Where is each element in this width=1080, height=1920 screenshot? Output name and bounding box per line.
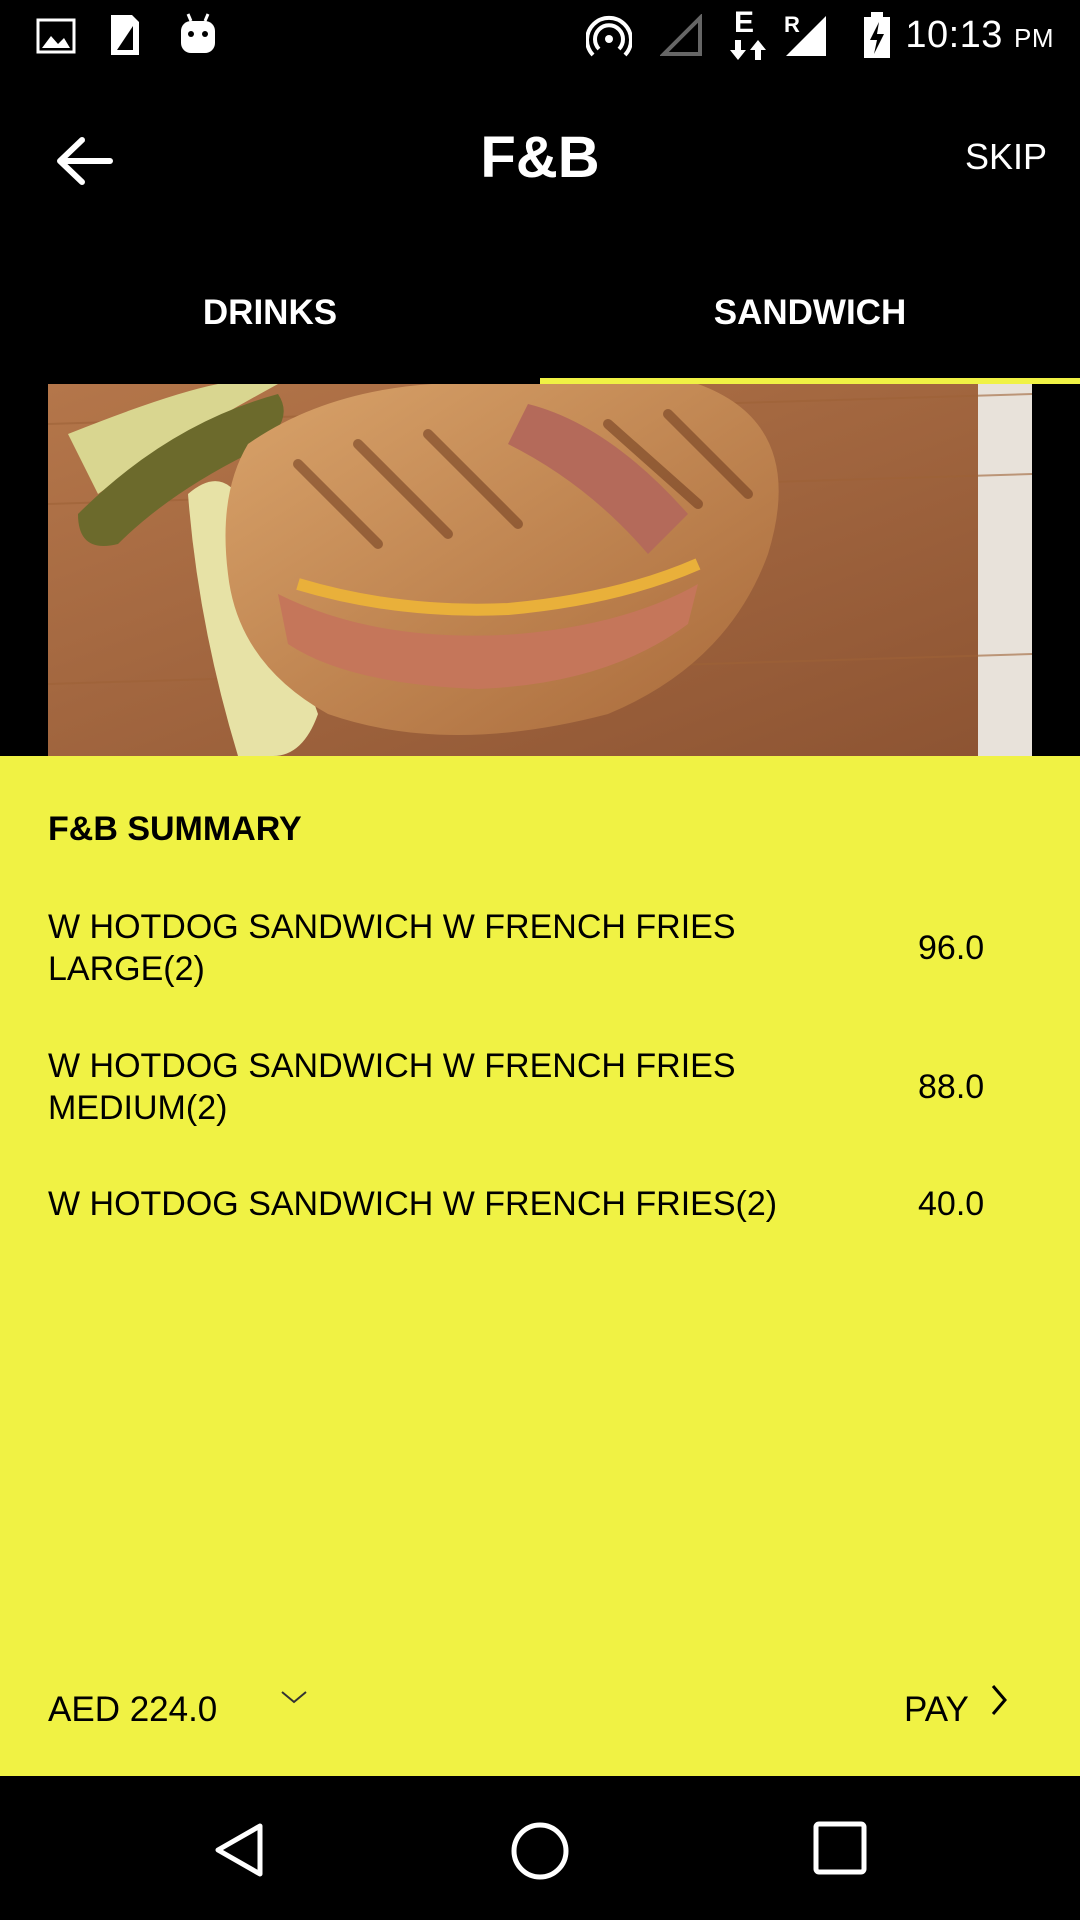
battery-charging-icon [864, 12, 890, 58]
item-name: W HOTDOG SANDWICH W FRENCH FRIES LARGE(2… [48, 908, 736, 988]
item-price: 40.0 [918, 1185, 985, 1223]
item-name: W HOTDOG SANDWICH W FRENCH FRIES MEDIUM(… [48, 1047, 736, 1127]
pay-button[interactable]: PAY [904, 1690, 969, 1730]
total-amount[interactable]: AED 224.0 [48, 1690, 217, 1730]
chevron-down-icon[interactable] [278, 1682, 310, 1714]
tab-sandwich[interactable]: SANDWICH [540, 242, 1080, 384]
status-bar: E R 10:13 PM [0, 0, 1080, 72]
android-icon [181, 13, 215, 53]
item-name: W HOTDOG SANDWICH W FRENCH FRIES(2) [48, 1185, 778, 1223]
navigation-bar [0, 1776, 1080, 1920]
nav-back-icon[interactable] [210, 1820, 270, 1880]
fnb-summary-panel: F&B SUMMARY W HOTDOG SANDWICH W FRENCH F… [0, 756, 1080, 1776]
clock-time: 10:13 [905, 14, 1003, 56]
item-price: 88.0 [918, 1068, 985, 1106]
item-price: 96.0 [918, 929, 985, 967]
tab-drinks[interactable]: DRINKS [0, 242, 540, 384]
sandwich-image [0, 384, 1080, 756]
image-icon [36, 18, 76, 54]
summary-title: F&B SUMMARY [48, 810, 302, 848]
chevron-right-icon[interactable] [985, 1680, 1013, 1720]
clock-period: PM [1014, 23, 1054, 53]
nav-recents-icon[interactable] [812, 1820, 868, 1876]
signal-roaming-icon: R [780, 10, 830, 60]
page-title: F&B [480, 125, 600, 190]
sim-card-icon [111, 15, 139, 55]
app-bar: F&B SKIP [0, 72, 1080, 242]
data-e-icon: E [726, 6, 770, 62]
skip-button[interactable]: SKIP [965, 136, 1047, 178]
signal-empty-icon [660, 14, 702, 56]
clock: 10:13 PM [905, 14, 1054, 57]
nav-home-icon[interactable] [509, 1820, 571, 1882]
tab-bar: DRINKS SANDWICH [0, 242, 1080, 384]
hotspot-icon [586, 15, 632, 57]
